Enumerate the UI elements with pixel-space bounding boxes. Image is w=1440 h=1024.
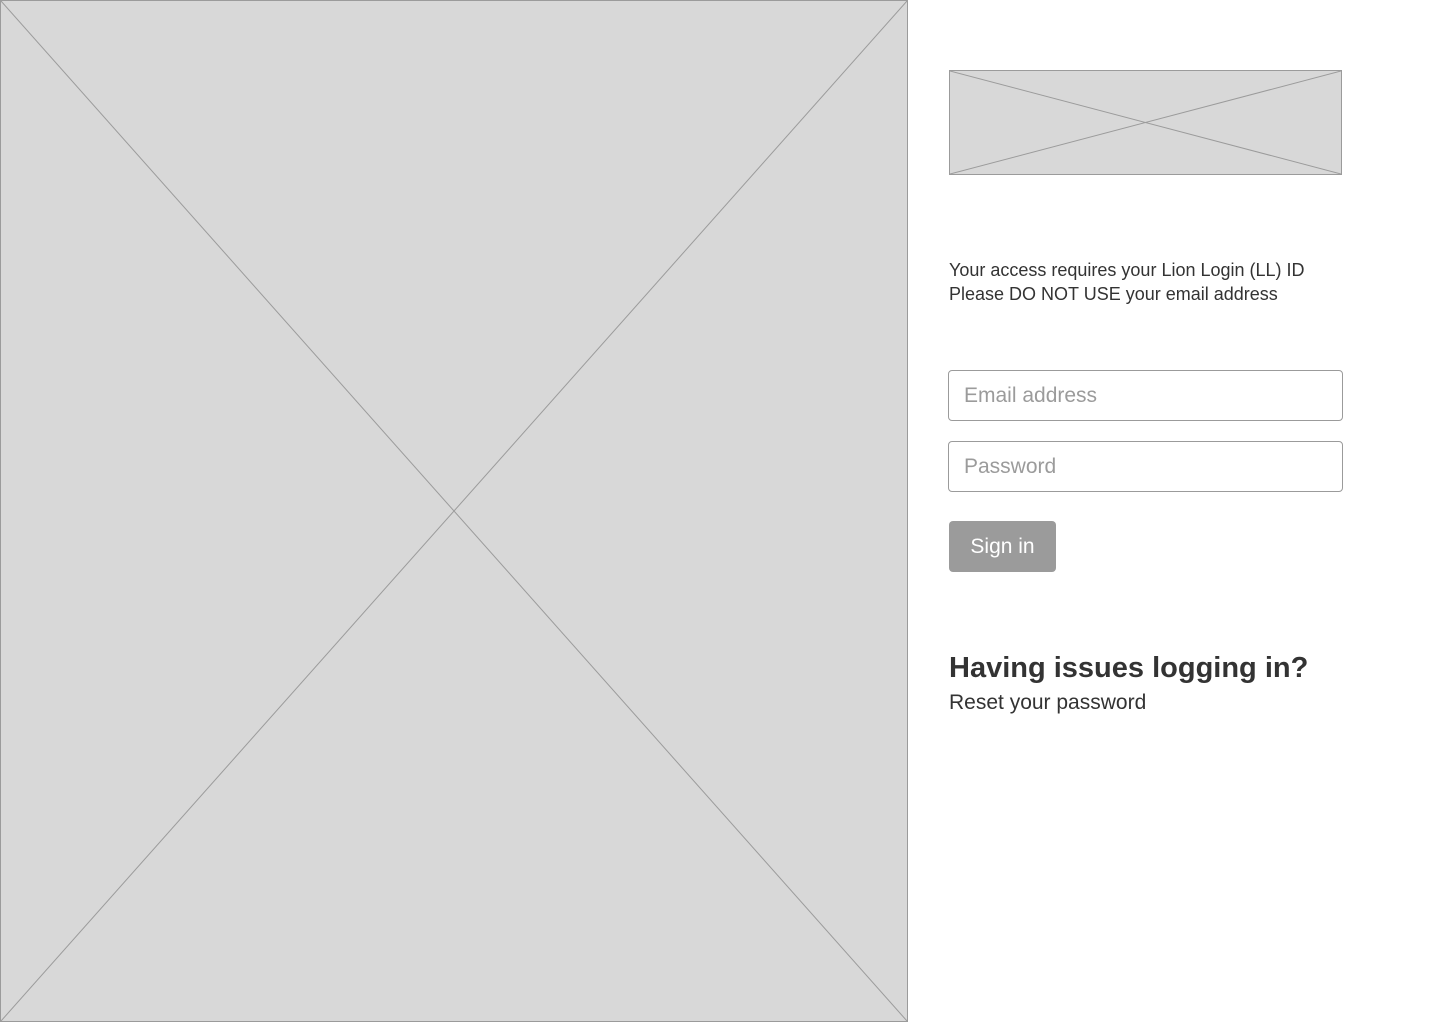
logo-image-placeholder xyxy=(949,70,1342,175)
image-placeholder-icon xyxy=(950,71,1341,174)
hero-image-placeholder xyxy=(0,0,908,1022)
login-notice: Your access requires your Lion Login (LL… xyxy=(949,258,1343,306)
login-page: Your access requires your Lion Login (LL… xyxy=(0,0,1440,1024)
sign-in-button[interactable]: Sign in xyxy=(949,521,1056,572)
help-heading: Having issues logging in? xyxy=(949,652,1309,684)
login-panel: Your access requires your Lion Login (LL… xyxy=(948,0,1343,1024)
image-placeholder-icon xyxy=(1,1,907,1021)
notice-line-2: Please DO NOT USE your email address xyxy=(949,284,1278,304)
reset-password-link[interactable]: Reset your password xyxy=(949,689,1146,717)
email-field[interactable] xyxy=(948,370,1343,421)
password-field[interactable] xyxy=(948,441,1343,492)
notice-line-1: Your access requires your Lion Login (LL… xyxy=(949,260,1305,280)
